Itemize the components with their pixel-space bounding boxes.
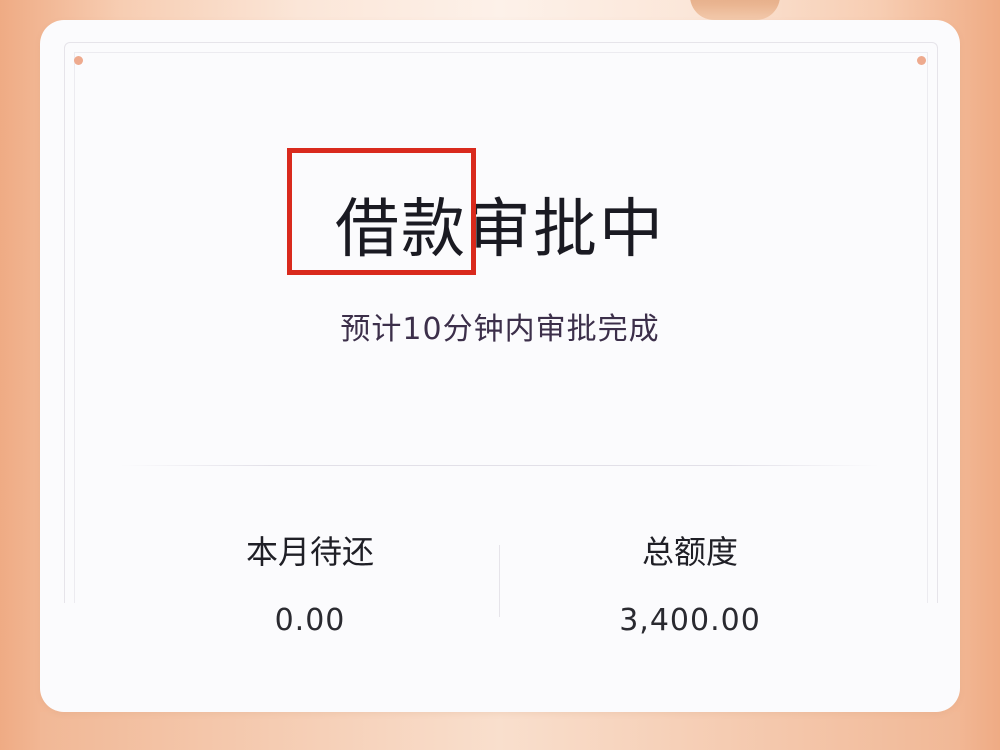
title-container: 借款审批中	[40, 180, 960, 280]
top-decoration	[690, 0, 780, 20]
monthly-due-value: 0.00	[274, 603, 346, 638]
highlight-box	[287, 148, 476, 275]
corner-ornament-left	[74, 56, 83, 65]
stat-separator	[499, 545, 500, 617]
status-subtitle: 预计10分钟内审批完成	[340, 312, 660, 347]
total-limit-value: 3,400.00	[619, 603, 761, 638]
loan-status-card: 借款审批中 预计10分钟内审批完成 本月待还 0.00 总额度 3,400.00	[40, 20, 960, 712]
monthly-due-stat: 本月待还 0.00	[160, 530, 460, 640]
total-limit-stat: 总额度 3,400.00	[540, 530, 840, 640]
section-divider	[120, 465, 880, 466]
background-strip	[40, 712, 960, 750]
monthly-due-label: 本月待还	[245, 533, 374, 571]
total-limit-label: 总额度	[641, 533, 738, 571]
corner-ornament-right	[917, 56, 926, 65]
